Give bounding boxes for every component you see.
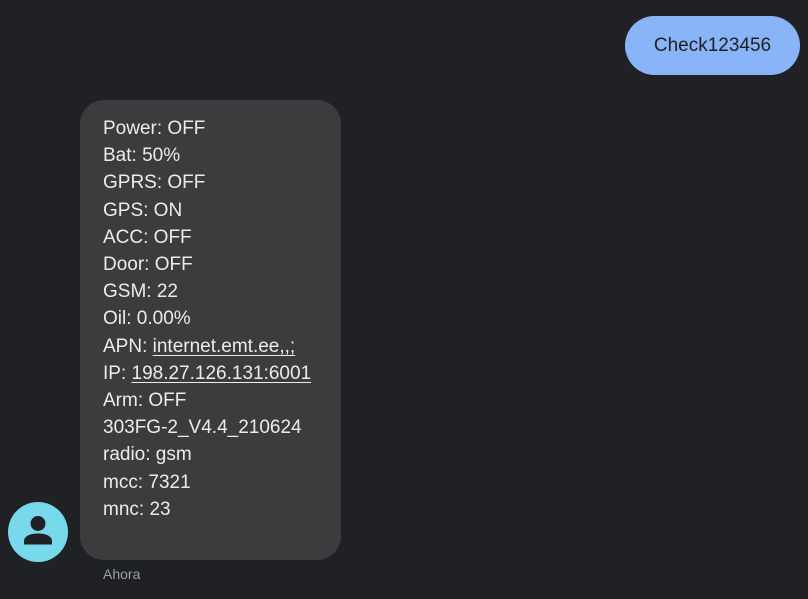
message-line-mnc: mnc: 23 xyxy=(103,498,171,520)
sent-message-bubble[interactable]: Check123456 xyxy=(625,16,800,75)
message-line-mcc: mcc: 7321 xyxy=(103,471,191,493)
message-line-ip: IP: 198.27.126.131:6001 xyxy=(103,360,341,387)
message-line-oil: Oil: 0.00% xyxy=(103,308,191,330)
sent-message-text: Check123456 xyxy=(653,34,772,56)
message-line-gps: GPS: ON xyxy=(103,199,183,221)
message-timestamp: Ahora xyxy=(103,566,141,582)
message-line-acc: ACC: OFF xyxy=(103,226,192,248)
message-line-power: Power: OFF xyxy=(103,118,206,139)
contact-avatar[interactable] xyxy=(8,502,68,562)
ip-label: IP: xyxy=(103,362,132,384)
message-line-apn: APN: internet.emt.ee,,; xyxy=(103,333,341,360)
message-line-gsm: GSM: 22 xyxy=(103,281,178,303)
ip-link[interactable]: 198.27.126.131:6001 xyxy=(132,363,312,384)
person-icon xyxy=(24,516,52,545)
apn-label: APN: xyxy=(103,335,153,357)
apn-link[interactable]: internet.emt.ee,,; xyxy=(153,336,296,357)
message-line-battery: Bat: 50% xyxy=(103,145,181,167)
received-message-bubble[interactable]: Power: OFF Bat: 50% GPRS: OFF GPS: ON AC… xyxy=(80,100,341,560)
message-line-gprs: GPRS: OFF xyxy=(103,172,206,194)
message-line-door: Door: OFF xyxy=(103,254,193,276)
message-line-firmware: 303FG-2_V4.4_210624 xyxy=(103,417,302,439)
message-line-arm: Arm: OFF xyxy=(103,390,187,412)
message-line-radio: radio: gsm xyxy=(103,444,192,466)
